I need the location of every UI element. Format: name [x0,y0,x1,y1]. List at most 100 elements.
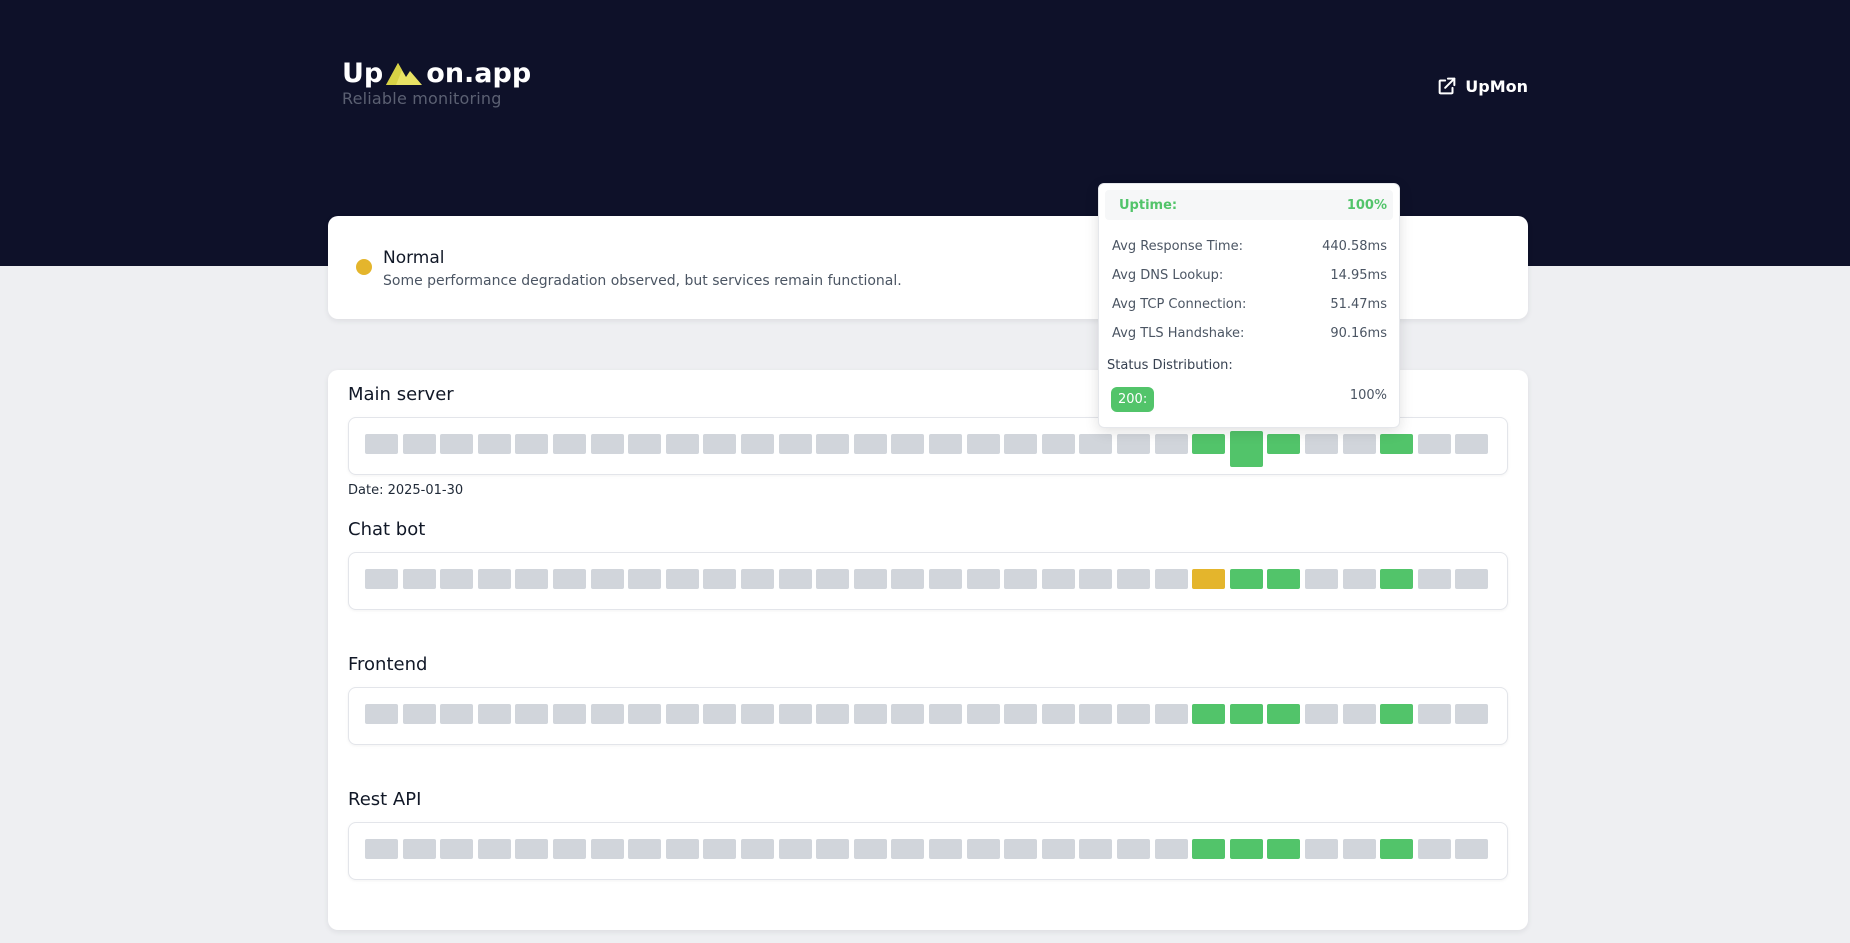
uptime-bar-nodata[interactable] [854,839,887,859]
uptime-bar-nodata[interactable] [440,569,473,589]
uptime-bar-nodata[interactable] [1305,434,1338,454]
uptime-bar-nodata[interactable] [891,569,924,589]
uptime-bar-nodata[interactable] [591,839,624,859]
uptime-bar-nodata[interactable] [1004,434,1037,454]
uptime-bar-up[interactable] [1230,839,1263,859]
uptime-bar-nodata[interactable] [741,569,774,589]
uptime-bar-degraded[interactable] [1192,569,1225,589]
uptime-bar-nodata[interactable] [553,434,586,454]
uptime-bar-nodata[interactable] [891,839,924,859]
uptime-bar-nodata[interactable] [440,704,473,724]
uptime-bar-nodata[interactable] [365,839,398,859]
uptime-bar-nodata[interactable] [628,434,661,454]
uptime-bar-nodata[interactable] [1418,569,1451,589]
uptime-bar-up[interactable] [1230,704,1263,724]
uptime-bar-nodata[interactable] [891,434,924,454]
uptime-bar-nodata[interactable] [854,569,887,589]
uptime-bar-nodata[interactable] [628,569,661,589]
uptime-bar-nodata[interactable] [1079,434,1112,454]
uptime-bar-nodata[interactable] [1455,569,1488,589]
uptime-bar-nodata[interactable] [703,569,736,589]
uptime-bar-nodata[interactable] [515,434,548,454]
uptime-bar-nodata[interactable] [591,434,624,454]
uptime-bar-nodata[interactable] [478,704,511,724]
uptime-bar-nodata[interactable] [365,434,398,454]
uptime-bar-nodata[interactable] [1343,434,1376,454]
uptime-bar-nodata[interactable] [1042,434,1075,454]
uptime-bar-nodata[interactable] [703,434,736,454]
uptime-bar-nodata[interactable] [553,704,586,724]
uptime-bar-up[interactable] [1380,569,1413,589]
uptime-bar-nodata[interactable] [591,704,624,724]
uptime-bar-nodata[interactable] [1155,704,1188,724]
uptime-bar-nodata[interactable] [1305,704,1338,724]
uptime-bar-nodata[interactable] [440,839,473,859]
uptime-bar-nodata[interactable] [741,434,774,454]
uptime-bar-nodata[interactable] [967,434,1000,454]
uptime-bar-nodata[interactable] [1455,434,1488,454]
uptime-bar-nodata[interactable] [854,704,887,724]
uptime-bar-nodata[interactable] [891,704,924,724]
uptime-bar-nodata[interactable] [1117,434,1150,454]
uptime-bar-nodata[interactable] [1418,839,1451,859]
uptime-bar-up[interactable] [1267,704,1300,724]
uptime-bar-nodata[interactable] [365,569,398,589]
uptime-bar-nodata[interactable] [1117,839,1150,859]
uptime-bar-nodata[interactable] [929,434,962,454]
uptime-bar-nodata[interactable] [403,569,436,589]
uptime-bar-nodata[interactable] [1004,704,1037,724]
uptime-bar-nodata[interactable] [1042,839,1075,859]
upmon-link[interactable]: UpMon [1436,75,1528,97]
uptime-bar-nodata[interactable] [779,704,812,724]
uptime-bar-nodata[interactable] [779,434,812,454]
uptime-bar-up[interactable] [1192,839,1225,859]
uptime-bar-nodata[interactable] [591,569,624,589]
uptime-bar-up[interactable] [1267,434,1300,454]
uptime-bar-nodata[interactable] [1117,704,1150,724]
logo[interactable]: Up on.app Reliable monitoring [342,58,531,108]
uptime-bar-nodata[interactable] [1004,839,1037,859]
uptime-bar-nodata[interactable] [741,704,774,724]
uptime-bar-nodata[interactable] [666,704,699,724]
uptime-bar-up[interactable] [1267,569,1300,589]
uptime-bar-nodata[interactable] [515,839,548,859]
uptime-bar-nodata[interactable] [929,704,962,724]
uptime-bar-nodata[interactable] [779,569,812,589]
uptime-bar-nodata[interactable] [553,569,586,589]
uptime-bar-nodata[interactable] [929,569,962,589]
uptime-bar-nodata[interactable] [703,704,736,724]
uptime-bar-nodata[interactable] [515,569,548,589]
uptime-bar-nodata[interactable] [854,434,887,454]
uptime-bar-nodata[interactable] [1455,704,1488,724]
uptime-bar-nodata[interactable] [1305,839,1338,859]
uptime-bar-nodata[interactable] [816,569,849,589]
uptime-bar-nodata[interactable] [478,839,511,859]
uptime-bar-up[interactable] [1230,569,1263,589]
uptime-bar-nodata[interactable] [816,434,849,454]
uptime-bar-nodata[interactable] [403,839,436,859]
uptime-bar-up[interactable] [1230,431,1263,467]
uptime-bar-up[interactable] [1267,839,1300,859]
uptime-bar-nodata[interactable] [1455,839,1488,859]
uptime-bar-nodata[interactable] [1155,839,1188,859]
uptime-bar-nodata[interactable] [515,704,548,724]
uptime-bar-nodata[interactable] [628,704,661,724]
uptime-bar-nodata[interactable] [1305,569,1338,589]
uptime-bar-up[interactable] [1380,839,1413,859]
uptime-bar-nodata[interactable] [1418,704,1451,724]
uptime-bar-nodata[interactable] [779,839,812,859]
uptime-bar-nodata[interactable] [816,704,849,724]
uptime-bar-nodata[interactable] [967,569,1000,589]
uptime-bar-up[interactable] [1380,434,1413,454]
uptime-bar-up[interactable] [1380,704,1413,724]
uptime-bar-nodata[interactable] [1042,704,1075,724]
uptime-bar-nodata[interactable] [967,839,1000,859]
uptime-bar-nodata[interactable] [1343,569,1376,589]
uptime-bar-nodata[interactable] [403,434,436,454]
uptime-bar-nodata[interactable] [816,839,849,859]
uptime-bar-nodata[interactable] [365,704,398,724]
uptime-bar-nodata[interactable] [628,839,661,859]
uptime-bar-nodata[interactable] [1117,569,1150,589]
uptime-bar-nodata[interactable] [1079,839,1112,859]
uptime-bar-nodata[interactable] [741,839,774,859]
